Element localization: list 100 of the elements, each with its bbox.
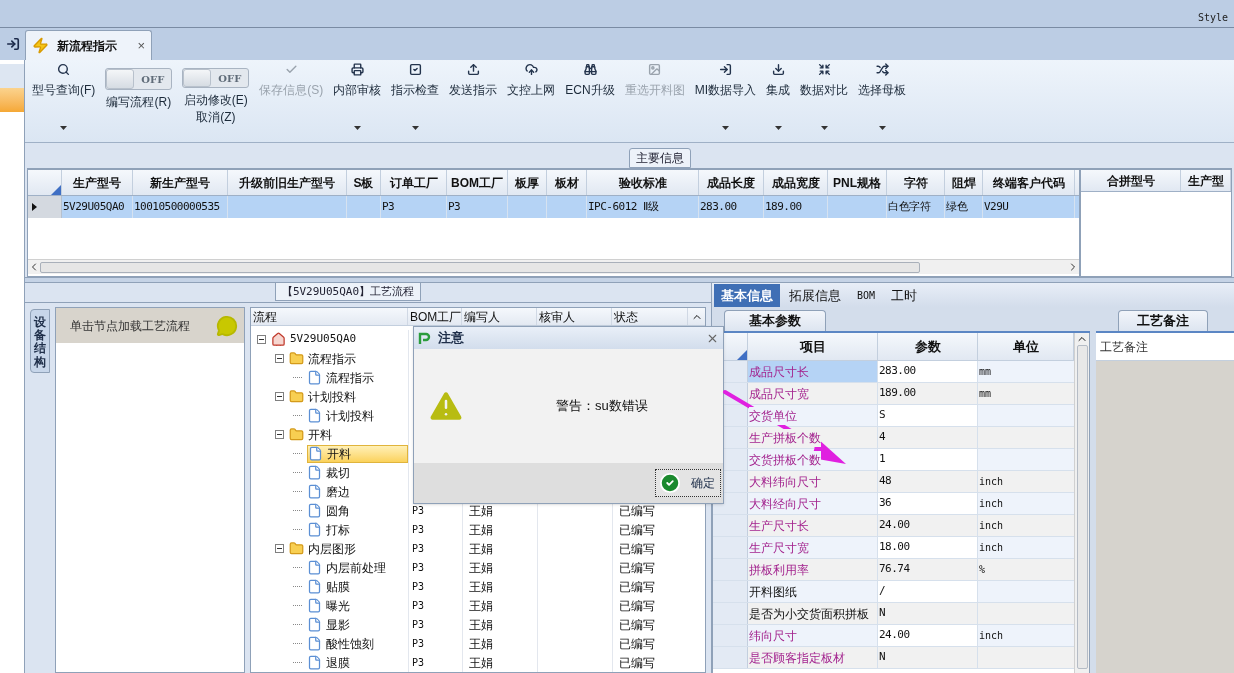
toolbar-button[interactable]: 型号查询(F)	[27, 60, 101, 136]
column-header[interactable]: 成品长度	[699, 170, 764, 195]
table-row[interactable]: 成品尺寸宽 189.00 mm	[713, 383, 1074, 405]
collapse-toggle[interactable]	[275, 544, 284, 553]
table-row[interactable]: 大料纬向尺寸 48 inch	[713, 471, 1074, 493]
column-header[interactable]: 核审人	[537, 308, 612, 325]
horizontal-scrollbar[interactable]	[28, 259, 1079, 274]
node-label: 计划投料	[326, 407, 374, 425]
tab[interactable]: 基本信息	[714, 284, 780, 307]
column-header[interactable]: PNL规格	[828, 170, 887, 195]
tree-node[interactable]: 内层图形	[289, 539, 360, 558]
column-header[interactable]: 板厚	[508, 170, 547, 195]
tree-node[interactable]: 开料	[307, 444, 408, 463]
toolbar-button[interactable]: 集成	[761, 60, 795, 136]
tree-node[interactable]: 贴膜	[307, 577, 354, 596]
panel-tab[interactable]: 基本参数	[724, 310, 826, 331]
collapse-toggle[interactable]	[275, 430, 284, 439]
toolbar-button[interactable]: 内部审核	[328, 60, 387, 136]
tree-node[interactable]: 曝光	[307, 596, 354, 615]
toolbar-label: 型号查询(F)	[32, 82, 96, 99]
tree-node[interactable]: 圆角	[307, 501, 354, 520]
column-header[interactable]: 订单工厂	[381, 170, 447, 195]
toolbar-button[interactable]: ECN升级	[560, 60, 620, 136]
collapse-toggle[interactable]	[257, 335, 266, 344]
column-header[interactable]: 字符	[887, 170, 945, 195]
column-header[interactable]: 终端客户代码	[983, 170, 1075, 195]
table-row[interactable]: 5V29U05QA0 10010500000535 P3 P3 IPC-6012 Ⅱ级 283.00 189.00 白色字符 绿色 V29U	[28, 196, 1079, 218]
document-tab[interactable]: 新流程指示 ×	[25, 30, 152, 60]
tree-node[interactable]: 流程指示	[289, 349, 360, 368]
close-button[interactable]: ×	[137, 35, 145, 56]
toolbar-button[interactable]: OFF 编写流程(R)	[100, 60, 178, 136]
style-label[interactable]: Style	[1197, 10, 1228, 25]
toolbar-button[interactable]: 数据对比	[795, 60, 853, 136]
toolbar-button[interactable]: OFF 启动修改(E) 取消(Z)	[177, 60, 255, 136]
column-header[interactable]: 升级前旧生产型号	[228, 170, 347, 195]
tree-node[interactable]: 计划投料	[307, 406, 378, 425]
collapse-toggle[interactable]	[275, 392, 284, 401]
panel-tab[interactable]: 工艺备注	[1118, 310, 1208, 331]
login-icon[interactable]	[5, 37, 20, 51]
collapse-toggle[interactable]	[275, 354, 284, 363]
column-header[interactable]: 参数	[878, 333, 978, 360]
tree-node[interactable]: 磨边	[307, 482, 354, 501]
file-icon	[307, 522, 322, 537]
table-row[interactable]: 成品尺寸长 283.00 mm	[713, 361, 1074, 383]
tree-node[interactable]: 酸性蚀刻	[307, 634, 378, 653]
column-header[interactable]: 板材	[547, 170, 587, 195]
tree-node[interactable]: 开料	[289, 425, 336, 444]
toolbar-button[interactable]: MI数据导入	[689, 60, 761, 136]
table-row[interactable]: 交货单位 S	[713, 405, 1074, 427]
table-cell: 18.00	[879, 539, 910, 556]
toolbar-button[interactable]: 选择母板	[853, 60, 911, 136]
column-header[interactable]: 验收标准	[587, 170, 699, 195]
table-row[interactable]: 生产拼板个数 4	[713, 427, 1074, 449]
toggle-switch[interactable]: OFF	[105, 68, 173, 90]
dialog-message: 警告：su数错误	[556, 397, 648, 416]
column-header[interactable]: 项目	[748, 333, 878, 360]
column-header[interactable]: S板	[347, 170, 381, 195]
column-header[interactable]: 阻焊	[945, 170, 983, 195]
column-header[interactable]: 流程	[251, 308, 408, 325]
toolbar-button[interactable]: 文控上网	[502, 60, 561, 136]
table-row[interactable]: 纬向尺寸 24.00 inch	[713, 625, 1074, 647]
toolbar-button[interactable]: 发送指示	[444, 60, 503, 136]
table-row[interactable]: 是否为小交货面积拼板 N	[713, 603, 1074, 625]
tree-node[interactable]: 内层前处理	[307, 558, 390, 577]
column-header[interactable]: 生产型	[1181, 170, 1231, 191]
tree-node[interactable]: 显影	[307, 615, 354, 634]
tab[interactable]: 拓展信息	[782, 284, 848, 307]
table-row[interactable]: 生产尺寸宽 18.00 inch	[713, 537, 1074, 559]
tab[interactable]: BOM	[850, 284, 883, 307]
column-header[interactable]: 新生产型号	[133, 170, 228, 195]
tree-node[interactable]: 退膜	[307, 653, 354, 672]
column-header[interactable]: 合拼型号	[1081, 170, 1181, 191]
table-cell: 24.00	[879, 517, 910, 534]
table-row[interactable]: 拼板利用率 76.74 %	[713, 559, 1074, 581]
tab[interactable]: 工时	[884, 284, 925, 307]
column-header[interactable]: 生产型号	[62, 170, 133, 195]
table-row[interactable]: 生产尺寸长 24.00 inch	[713, 515, 1074, 537]
tree-node[interactable]: 5V29U05QA0	[271, 330, 361, 349]
column-header[interactable]: 成品宽度	[764, 170, 828, 195]
tree-node[interactable]: 流程指示	[307, 368, 378, 387]
vertical-scrollbar[interactable]	[1074, 333, 1089, 673]
toolbar-button[interactable]: 指示检查	[386, 60, 445, 136]
column-header[interactable]: 状态	[612, 308, 688, 325]
column-header[interactable]: 编写人	[462, 308, 537, 325]
column-header[interactable]: BOM工厂	[447, 170, 508, 195]
table-cell-text: P3	[412, 637, 425, 651]
tree-node[interactable]: 打标	[307, 520, 354, 539]
tree-node[interactable]: 裁切	[307, 463, 354, 482]
table-row[interactable]: 大料经向尺寸 36 inch	[713, 493, 1074, 515]
table-cell-text: 已编写	[619, 597, 655, 615]
tree-node[interactable]: 计划投料	[289, 387, 360, 406]
table-cell: 生产尺寸宽	[749, 538, 809, 557]
column-header[interactable]: BOM工厂	[408, 308, 462, 325]
vertical-tab[interactable]: 设备结构	[30, 309, 50, 373]
table-row[interactable]: 是否顾客指定板材 N	[713, 647, 1074, 669]
ok-button[interactable]: 确定	[655, 469, 721, 497]
table-row[interactable]: 开料图纸 /	[713, 581, 1074, 603]
toggle-switch[interactable]: OFF	[182, 68, 250, 88]
node-label: 裁切	[326, 464, 350, 482]
file-icon	[307, 560, 322, 575]
